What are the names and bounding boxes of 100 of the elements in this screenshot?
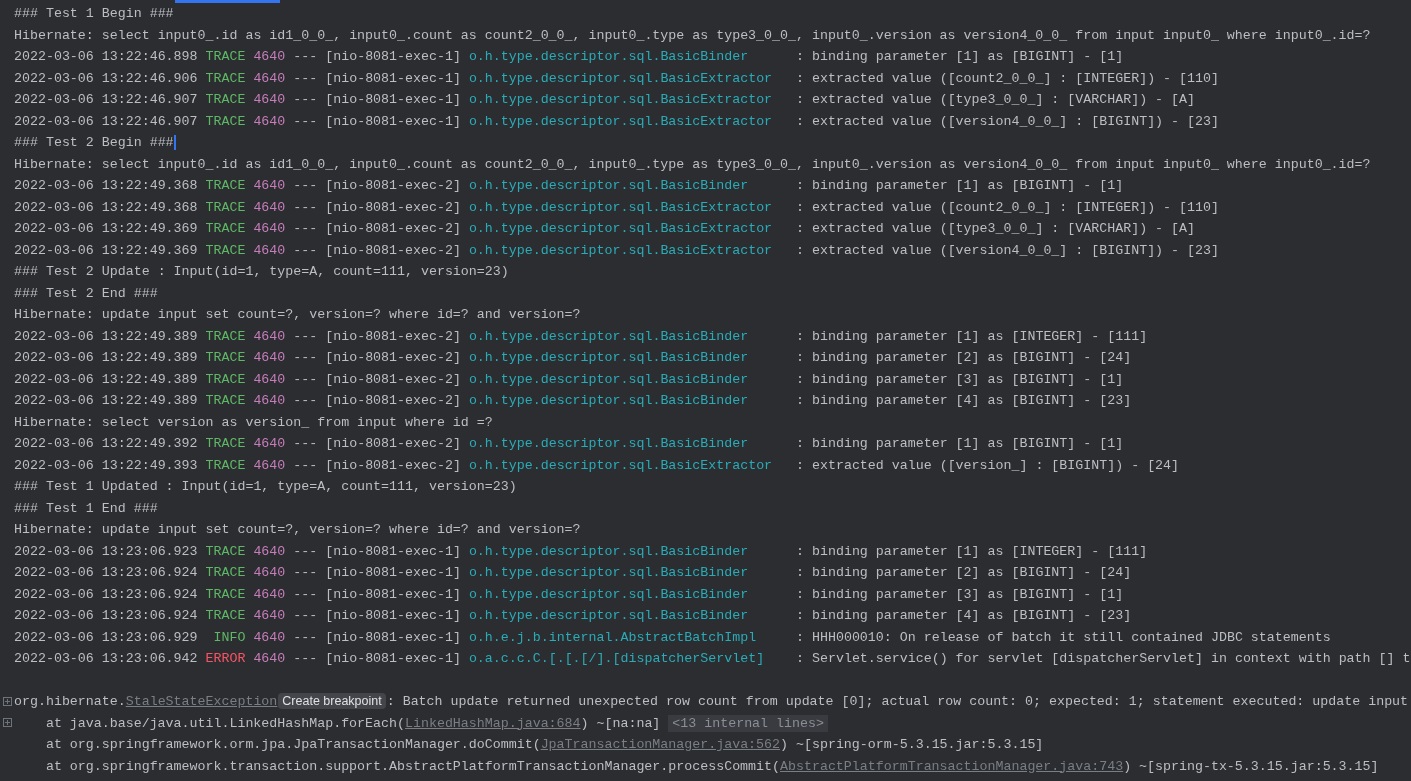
timestamp: 2022-03-06 13:22:49.389 <box>14 328 198 344</box>
log-message: : binding parameter [1] as [INTEGER] - [111] <box>796 328 1148 344</box>
logger-name: o.h.type.descriptor.sql.BasicBinder <box>468 586 749 602</box>
console-line: ### Test 1 Updated : Input(id=1, type=A, count=111, version=23) <box>14 479 517 494</box>
separator: --- <box>293 221 318 236</box>
log-level: TRACE <box>205 456 246 475</box>
stack-frame: at java.base/java.util.LinkedHashMap.forEach( <box>45 715 405 731</box>
log-message: : HHH000010: On release of batch it still contained JDBC statements <box>796 629 1331 645</box>
log-level: INFO <box>212 628 246 647</box>
process-id: 4640 <box>253 565 286 580</box>
source-link[interactable]: AbstractPlatformTransactionManager.java:743 <box>780 758 1124 774</box>
logger-name: o.h.e.j.b.internal.AbstractBatchImpl <box>468 629 757 645</box>
process-id: 4640 <box>253 543 286 559</box>
log-message: : binding parameter [3] as [BIGINT] - [1] <box>796 371 1124 387</box>
separator: --- <box>293 199 318 215</box>
log-level: TRACE <box>205 370 246 389</box>
log-message: : binding parameter [1] as [BIGINT] - [1] <box>796 178 1124 193</box>
process-id: 4640 <box>253 629 286 645</box>
console-line: Hibernate: update input set count=?, version=? where id=? and version=? <box>14 307 581 322</box>
logger-name: o.h.type.descriptor.sql.BasicBinder <box>468 608 749 623</box>
exception-link[interactable]: StaleStateException <box>125 694 278 709</box>
separator: --- <box>293 113 318 129</box>
timestamp: 2022-03-06 13:22:49.393 <box>14 457 198 473</box>
timestamp: 2022-03-06 13:23:06.942 <box>14 651 198 666</box>
log-level: TRACE <box>205 69 246 88</box>
log-level: TRACE <box>205 48 246 66</box>
console-line: ### Test 2 Begin ### <box>14 135 174 150</box>
log-message: : extracted value ([count2_0_0_] : [INTEGER]) - [110] <box>796 70 1219 86</box>
log-level: TRACE <box>205 198 246 217</box>
separator: --- <box>293 608 318 623</box>
source-link[interactable]: LinkedHashMap.java:684 <box>405 715 581 731</box>
process-id: 4640 <box>253 651 286 666</box>
log-level: TRACE <box>205 177 246 195</box>
expand-icon[interactable] <box>2 718 12 728</box>
thread-name: [nio-8081-exec-2] <box>325 178 461 193</box>
logger-name: o.h.type.descriptor.sql.BasicBinder <box>468 436 749 451</box>
process-id: 4640 <box>253 178 286 193</box>
separator: --- <box>293 371 318 387</box>
timestamp: 2022-03-06 13:23:06.929 <box>14 629 198 645</box>
log-level: TRACE <box>205 241 246 260</box>
logger-name: o.a.c.c.C.[.[.[/].[dispatcherServlet] <box>468 651 765 666</box>
thread-name: [nio-8081-exec-2] <box>325 393 461 408</box>
separator: --- <box>293 586 318 602</box>
log-message: : extracted value ([version_] : [BIGINT]) - [24] <box>796 457 1180 473</box>
stack-frame-suffix: ) ~[spring-orm-5.3.15.jar:5.3.15] <box>780 737 1044 752</box>
log-message: : extracted value ([type3_0_0_] : [VARCHAR]) - [A] <box>796 221 1195 236</box>
thread-name: [nio-8081-exec-2] <box>325 457 461 473</box>
timestamp: 2022-03-06 13:22:46.898 <box>14 49 198 64</box>
log-level: TRACE <box>205 435 246 453</box>
thread-name: [nio-8081-exec-1] <box>325 49 461 64</box>
log-message: : binding parameter [3] as [BIGINT] - [1] <box>796 586 1124 602</box>
console-line: ### Test 1 End ### <box>14 500 158 516</box>
stack-frame: at org.springframework.orm.jpa.JpaTransactionManager.doCommit( <box>45 737 541 752</box>
thread-name: [nio-8081-exec-1] <box>325 629 461 645</box>
separator: --- <box>293 543 318 559</box>
process-id: 4640 <box>253 350 286 365</box>
thread-name: [nio-8081-exec-1] <box>325 565 461 580</box>
logger-name: o.h.type.descriptor.sql.BasicExtractor <box>468 221 773 236</box>
process-id: 4640 <box>253 328 286 344</box>
separator: --- <box>293 457 318 473</box>
log-level: TRACE <box>205 327 246 346</box>
separator: --- <box>293 70 318 86</box>
log-level: TRACE <box>205 349 246 367</box>
thread-name: [nio-8081-exec-1] <box>325 92 461 107</box>
stack-frame-suffix: ) ~[spring-tx-5.3.15.jar:5.3.15] <box>1123 758 1379 774</box>
logger-name: o.h.type.descriptor.sql.BasicBinder <box>468 565 749 580</box>
exception-package: org.hibernate. <box>14 694 126 709</box>
timestamp: 2022-03-06 13:22:49.389 <box>14 371 198 387</box>
process-id: 4640 <box>253 113 286 129</box>
thread-name: [nio-8081-exec-1] <box>325 70 461 86</box>
folded-lines[interactable]: <13 internal lines> <box>668 714 828 732</box>
logger-name: o.h.type.descriptor.sql.BasicBinder <box>468 543 749 559</box>
log-message: : binding parameter [1] as [BIGINT] - [1] <box>796 49 1124 64</box>
separator: --- <box>293 350 318 365</box>
process-id: 4640 <box>253 393 286 408</box>
log-level: TRACE <box>205 220 246 238</box>
log-level: TRACE <box>205 392 246 410</box>
separator: --- <box>293 629 318 645</box>
source-link[interactable]: JpaTransactionManager.java:562 <box>540 737 781 752</box>
timestamp: 2022-03-06 13:23:06.924 <box>14 565 198 580</box>
separator: --- <box>293 651 318 666</box>
console-line: Hibernate: select input0_.id as id1_0_0_, input0_.count as count2_0_0_, input0_.type as type3_0_0_, input0_.version as version4_0_0_ from input input0_ where input0_.id=? <box>14 156 1371 172</box>
process-id: 4640 <box>253 371 286 387</box>
console-line: ### Test 2 End ### <box>14 285 158 301</box>
timestamp: 2022-03-06 13:23:06.924 <box>14 586 198 602</box>
expand-icon[interactable] <box>2 697 12 706</box>
timestamp: 2022-03-06 13:22:49.389 <box>14 350 198 365</box>
logger-name: o.h.type.descriptor.sql.BasicBinder <box>468 49 749 64</box>
log-message: : binding parameter [4] as [BIGINT] - [23] <box>796 393 1132 408</box>
logger-name: o.h.type.descriptor.sql.BasicExtractor <box>468 457 773 473</box>
timestamp: 2022-03-06 13:22:49.389 <box>14 393 198 408</box>
process-id: 4640 <box>253 49 286 64</box>
timestamp: 2022-03-06 13:23:06.923 <box>14 543 198 559</box>
thread-name: [nio-8081-exec-2] <box>325 436 461 451</box>
create-breakpoint-hint[interactable]: Create breakpoint <box>278 693 386 709</box>
log-level: TRACE <box>205 607 246 625</box>
console-line: ### Test 1 Begin ### <box>14 6 174 21</box>
log-message: : binding parameter [1] as [INTEGER] - [111] <box>796 543 1148 559</box>
separator: --- <box>293 436 318 451</box>
console-line: ### Test 2 Update : Input(id=1, type=A, count=111, version=23) <box>14 264 509 279</box>
